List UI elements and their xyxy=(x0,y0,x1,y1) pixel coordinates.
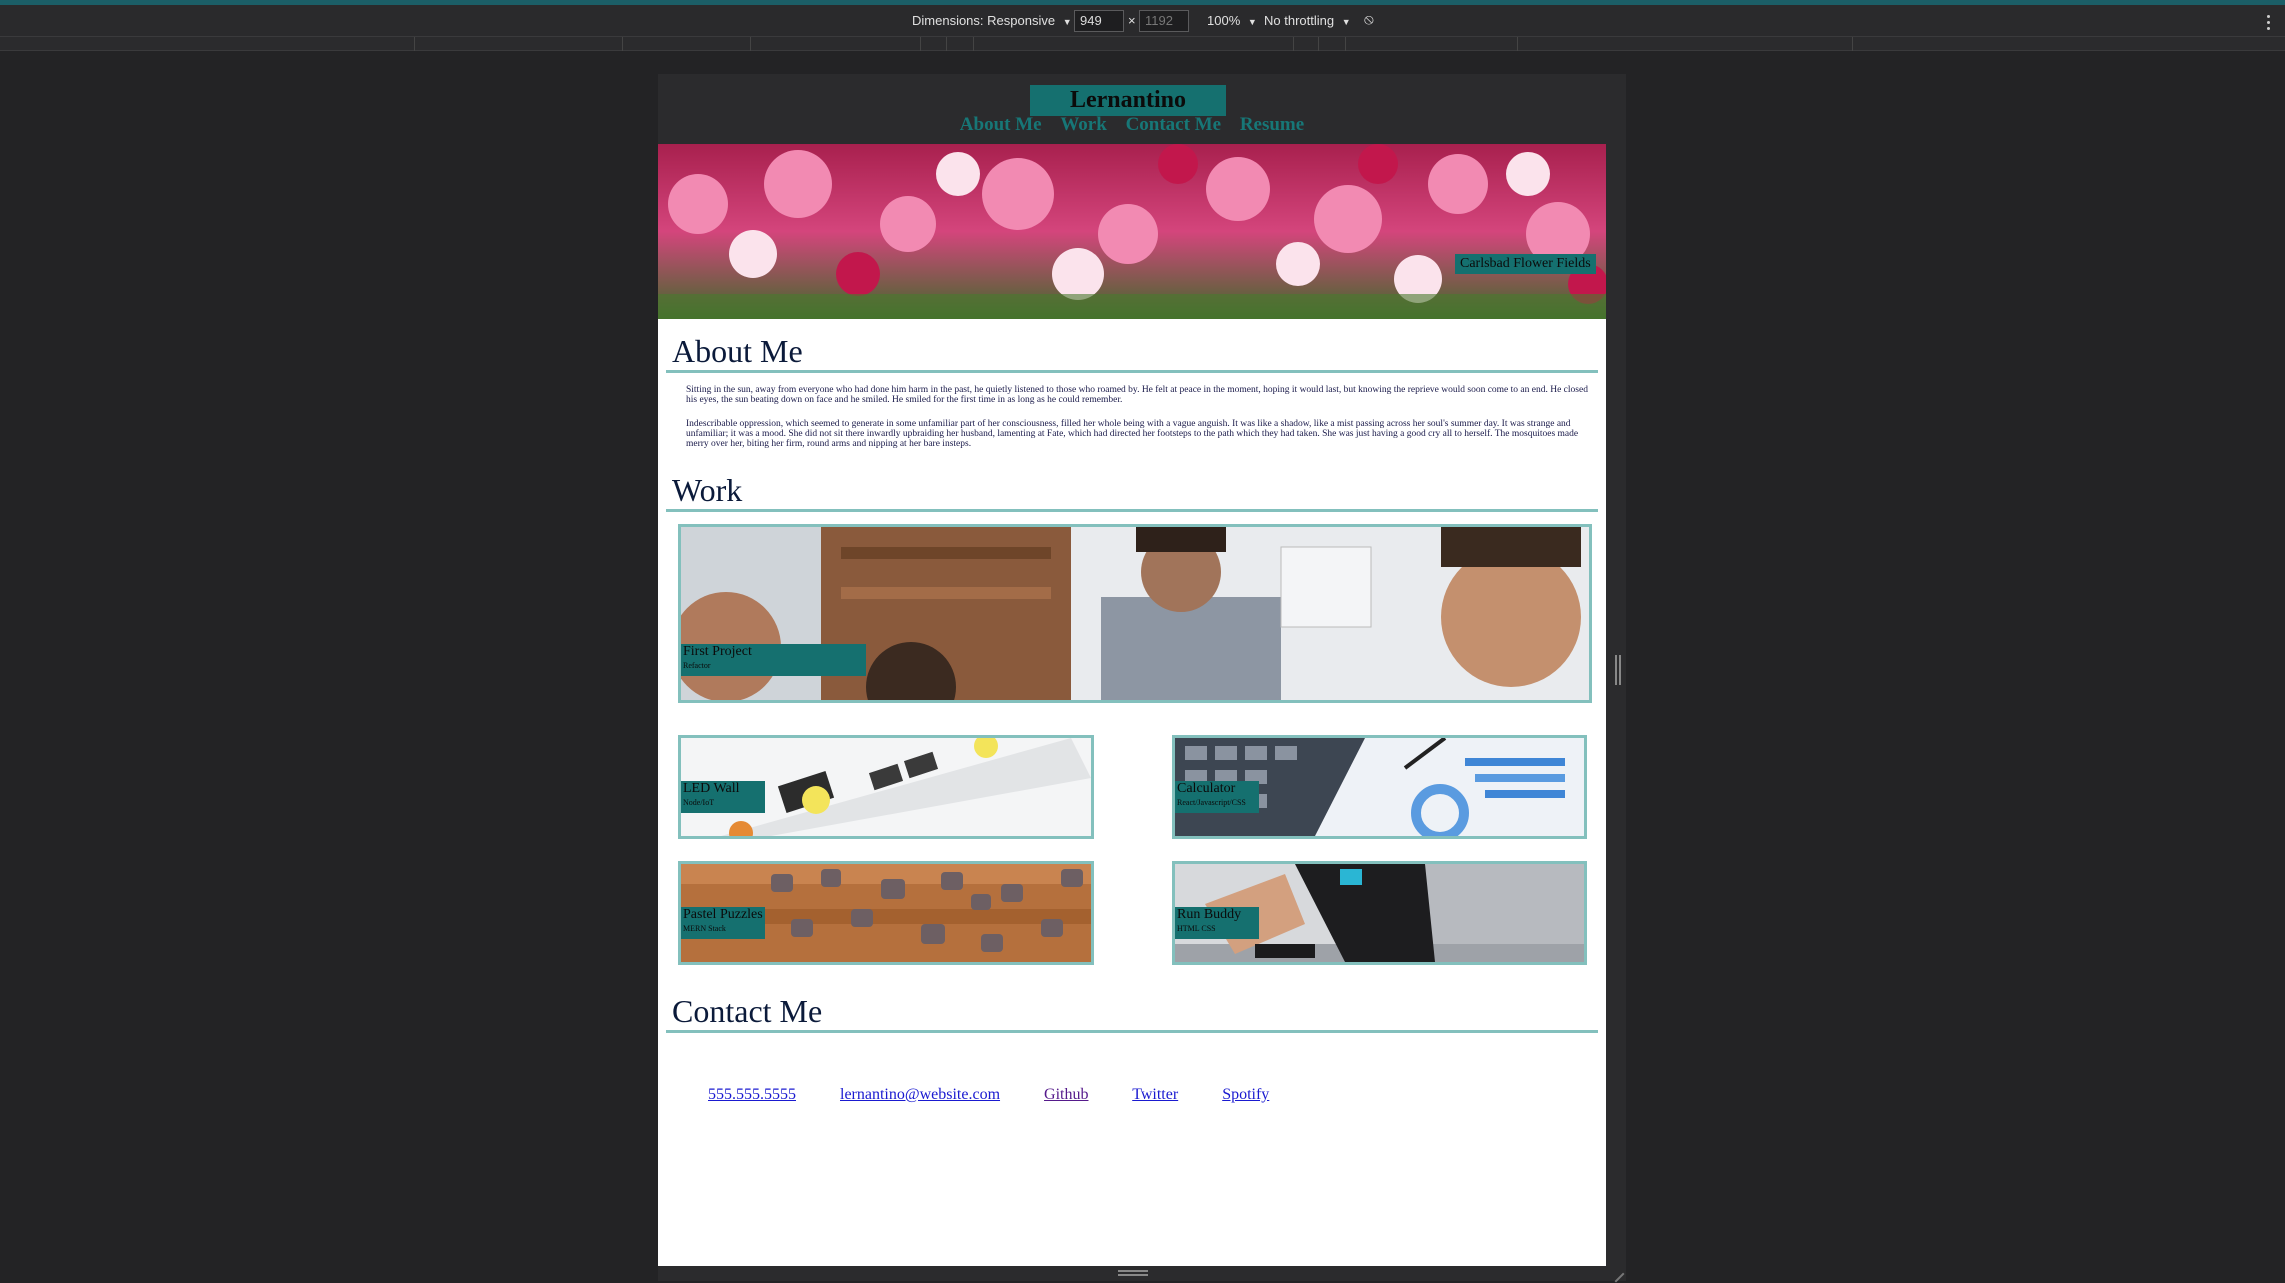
height-input[interactable]: 1192 xyxy=(1139,10,1189,32)
hero-banner xyxy=(658,144,1606,319)
about-heading: About Me xyxy=(666,332,1598,373)
hero-flowers-image xyxy=(658,144,1606,319)
resize-handle-right[interactable] xyxy=(1615,655,1621,685)
project-subtitle: HTML CSS xyxy=(1177,924,1216,933)
nav-link-work[interactable]: Work xyxy=(1060,114,1106,135)
project-card-calculator[interactable]: Calculator React/Javascript/CSS xyxy=(1172,735,1587,839)
project-subtitle: MERN Stack xyxy=(683,924,726,933)
project-card-run-buddy[interactable]: Run Buddy HTML CSS xyxy=(1172,861,1587,965)
device-viewport: Lernantino About Me Work Contact Me Resu… xyxy=(658,74,1626,1281)
project-title: Run Buddy xyxy=(1177,907,1242,922)
contact-links: 555.555.5555 lernantino@website.com Gith… xyxy=(708,1086,1309,1104)
project-caption: Pastel Puzzles MERN Stack xyxy=(681,907,765,939)
project-caption: First Project Refactor xyxy=(681,644,866,676)
project-subtitle: Node/IoT xyxy=(683,798,715,807)
project-caption: Calculator React/Javascript/CSS xyxy=(1175,781,1259,813)
about-section: About Me Sitting in the sun, away from e… xyxy=(666,332,1598,449)
throttle-label: No throttling xyxy=(1264,13,1335,28)
project-caption: Run Buddy HTML CSS xyxy=(1175,907,1259,939)
resize-handle-bottom[interactable] xyxy=(1118,1270,1148,1276)
contact-link-twitter[interactable]: Twitter xyxy=(1132,1086,1178,1103)
project-title: Calculator xyxy=(1177,781,1236,796)
site-brand: Lernantino xyxy=(1030,85,1226,116)
work-section: Work xyxy=(666,471,1598,512)
project-title: LED Wall xyxy=(683,781,740,796)
contact-section: Contact Me xyxy=(666,992,1598,1033)
project-card-led-wall[interactable]: LED Wall Node/IoT xyxy=(678,735,1094,839)
project-card-pastel-puzzles[interactable]: Pastel Puzzles MERN Stack xyxy=(678,861,1094,965)
contact-link-email[interactable]: lernantino@website.com xyxy=(840,1086,1000,1103)
about-paragraph-2: Indescribable oppression, which seemed t… xyxy=(686,419,1579,449)
hero-caption: Carlsbad Flower Fields xyxy=(1455,254,1596,274)
chevron-down-icon: ▼ xyxy=(1341,17,1351,27)
times-sign: × xyxy=(1128,13,1136,28)
project-card-first[interactable]: First Project Refactor xyxy=(678,524,1592,703)
nav-link-resume[interactable]: Resume xyxy=(1240,114,1304,135)
nav-link-about-me[interactable]: About Me xyxy=(960,114,1042,135)
rotate-icon[interactable]: ⦸ xyxy=(1364,11,1374,28)
chevron-down-icon: ▼ xyxy=(1062,17,1072,27)
chevron-down-icon: ▼ xyxy=(1247,17,1257,27)
contact-link-phone[interactable]: 555.555.5555 xyxy=(708,1086,796,1103)
dimensions-label: Dimensions: Responsive xyxy=(912,13,1056,28)
more-options-icon[interactable] xyxy=(2267,15,2271,31)
work-heading: Work xyxy=(666,471,1598,512)
project-caption: LED Wall Node/IoT xyxy=(681,781,765,813)
project-subtitle: Refactor xyxy=(683,661,711,670)
media-query-bar xyxy=(0,37,2285,51)
web-page: Lernantino About Me Work Contact Me Resu… xyxy=(658,74,1626,1266)
zoom-label: 100% xyxy=(1207,13,1241,28)
project-title: Pastel Puzzles xyxy=(683,907,763,922)
throttle-dropdown[interactable]: No throttling ▼ xyxy=(1264,13,1351,28)
dimensions-dropdown[interactable]: Dimensions: Responsive ▼ xyxy=(912,13,1072,28)
width-input[interactable]: 949 xyxy=(1074,10,1124,32)
devtools-device-toolbar: Dimensions: Responsive ▼ 949 × 1192 100%… xyxy=(0,5,2285,37)
project-title: First Project xyxy=(683,644,752,659)
about-paragraph-1: Sitting in the sun, away from everyone w… xyxy=(686,385,1588,405)
contact-link-spotify[interactable]: Spotify xyxy=(1222,1086,1269,1103)
contact-link-github[interactable]: Github xyxy=(1044,1086,1088,1103)
nav-link-contact-me[interactable]: Contact Me xyxy=(1126,114,1222,135)
contact-heading: Contact Me xyxy=(666,992,1598,1033)
site-nav: About Me Work Contact Me Resume xyxy=(658,114,1606,136)
zoom-dropdown[interactable]: 100% ▼ xyxy=(1207,13,1257,28)
site-header: Lernantino About Me Work Contact Me Resu… xyxy=(658,74,1626,144)
project-subtitle: React/Javascript/CSS xyxy=(1177,798,1246,807)
